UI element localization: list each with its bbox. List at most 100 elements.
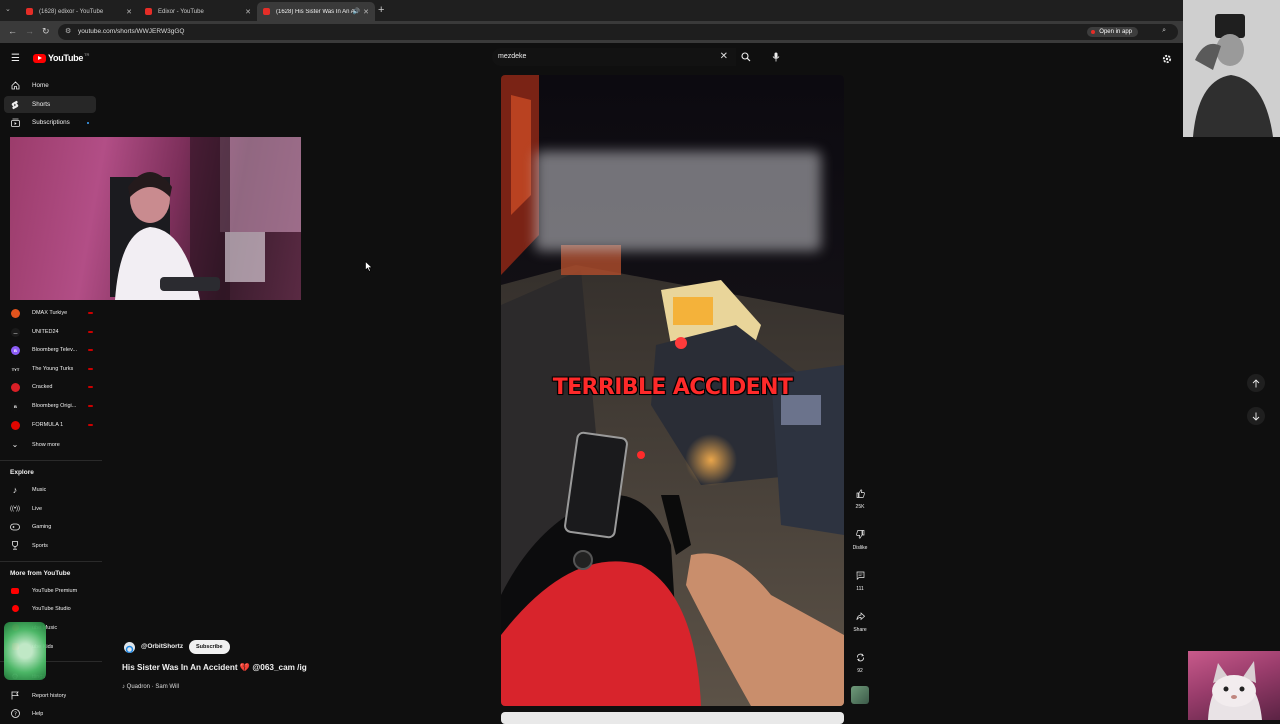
subscription-item[interactable]: DMAX Turkiye bbox=[4, 305, 96, 321]
search-button[interactable] bbox=[736, 48, 756, 66]
gear-icon bbox=[1162, 54, 1172, 64]
subscription-item[interactable]: TYT The Young Turks bbox=[4, 361, 96, 377]
back-icon[interactable]: ← bbox=[8, 26, 17, 36]
explore-title: Explore bbox=[10, 469, 34, 476]
channel-avatar bbox=[11, 382, 20, 392]
share-action[interactable]: Share bbox=[849, 607, 871, 633]
sticker-overlay bbox=[4, 622, 46, 680]
youtube-favicon-icon bbox=[145, 8, 152, 15]
live-icon: ((•)) bbox=[9, 505, 21, 512]
url-text[interactable]: youtube.com/shorts/WWJERW3gGQ bbox=[78, 28, 184, 35]
sidebar-item-gaming[interactable]: Gaming bbox=[4, 518, 96, 535]
subscription-item[interactable]: B Bloomberg Origi... bbox=[4, 398, 96, 414]
remix-button[interactable] bbox=[851, 648, 869, 666]
sidebar-item-music[interactable]: ♪ Music bbox=[4, 481, 96, 498]
next-short-preview[interactable] bbox=[501, 712, 844, 724]
channel-avatar[interactable] bbox=[124, 642, 135, 653]
live-indicator-icon bbox=[88, 424, 93, 426]
sidebar-item-sports[interactable]: Sports bbox=[4, 537, 96, 554]
zoom-icon[interactable]: ⌕ bbox=[1162, 27, 1166, 35]
channel-name[interactable]: @OrbitShortz bbox=[141, 643, 183, 650]
more-from-youtube-title: More from YouTube bbox=[10, 570, 71, 577]
broken-heart-icon: 💔 bbox=[239, 663, 251, 672]
search-icon bbox=[741, 52, 751, 62]
portrait-photo-overlay bbox=[1183, 0, 1280, 137]
sidebar-item-youtube-premium[interactable]: YouTube Premium bbox=[4, 582, 96, 599]
comments-action[interactable]: 111 bbox=[849, 566, 871, 592]
remix-action[interactable]: 92 bbox=[849, 648, 871, 674]
channel-avatar bbox=[11, 420, 20, 430]
youtube-play-icon bbox=[33, 53, 46, 63]
speaker-icon[interactable]: 🔊 bbox=[353, 8, 360, 15]
trophy-icon bbox=[10, 541, 20, 551]
sidebar-item-subscriptions[interactable]: Subscriptions bbox=[4, 114, 96, 131]
browser-tab-2[interactable]: Edixor - YouTube ✕ bbox=[139, 2, 257, 21]
subscribe-button[interactable]: Subscribe bbox=[189, 640, 230, 654]
remix-count: 92 bbox=[857, 668, 863, 674]
browser-tab-1[interactable]: (1628) edixor - YouTube ✕ bbox=[20, 2, 138, 21]
arrow-up-icon bbox=[1252, 378, 1260, 387]
dislike-action[interactable]: Dislike bbox=[849, 525, 871, 551]
new-tab-icon[interactable]: + bbox=[378, 4, 384, 16]
dislike-label: Dislike bbox=[852, 545, 868, 551]
comment-icon bbox=[856, 571, 864, 580]
dislike-button[interactable] bbox=[851, 525, 869, 543]
sidebar-item-shorts[interactable]: Shorts bbox=[4, 96, 96, 113]
subscriptions-icon bbox=[10, 118, 20, 128]
video-title[interactable]: His Sister Was In An Accident 💔 @063_cam… bbox=[122, 663, 307, 673]
like-action[interactable]: 25K bbox=[849, 484, 871, 510]
sidebar-item-help[interactable]: ? Help bbox=[4, 705, 96, 722]
next-short-button[interactable] bbox=[1247, 407, 1265, 425]
shorts-icon bbox=[10, 100, 20, 110]
chevron-down-icon: ⌄ bbox=[11, 440, 19, 449]
create-button[interactable] bbox=[1161, 52, 1173, 64]
search-query[interactable]: mezdeke bbox=[498, 53, 526, 60]
live-indicator-icon bbox=[88, 368, 93, 370]
voice-search-button[interactable] bbox=[768, 49, 784, 65]
webcam-image bbox=[110, 137, 301, 300]
sidebar-item-home[interactable]: Home bbox=[4, 77, 96, 94]
show-more-button[interactable]: ⌄ Show more bbox=[4, 436, 96, 453]
browser-toolbar: ← → ↻ ⚙ youtube.com/shorts/WWJERW3gGQ Op… bbox=[0, 21, 1280, 43]
sidebar-item-report-history[interactable]: Report history bbox=[4, 687, 96, 704]
reload-icon[interactable]: ↻ bbox=[42, 26, 50, 37]
sidebar-divider bbox=[0, 460, 102, 461]
sidebar-item-live[interactable]: ((•)) Live bbox=[4, 500, 96, 517]
clear-search-icon[interactable]: ✕ bbox=[720, 51, 728, 62]
share-label: Share bbox=[853, 627, 867, 633]
tab-search-icon[interactable]: ⌄ bbox=[5, 5, 11, 13]
browser-tab-3-active[interactable]: (1628) His Sister Was In An Ac 🔊 ✕ bbox=[257, 2, 375, 21]
youtube-premium-icon bbox=[10, 586, 20, 596]
forward-icon[interactable]: → bbox=[25, 26, 34, 36]
menu-icon[interactable]: ☰ bbox=[11, 53, 20, 64]
svg-text:?: ? bbox=[14, 712, 17, 718]
new-content-dot bbox=[87, 122, 89, 124]
youtube-favicon-icon bbox=[26, 8, 33, 15]
sidebar-item-youtube-studio[interactable]: YouTube Studio bbox=[4, 600, 96, 617]
arrow-down-icon bbox=[1252, 412, 1260, 421]
subscription-item[interactable]: — UNITED24 bbox=[4, 324, 96, 340]
live-indicator-icon bbox=[88, 312, 93, 314]
subscription-item[interactable]: FORMULA 1 bbox=[4, 417, 96, 433]
previous-short-button[interactable] bbox=[1247, 374, 1265, 392]
close-tab-icon[interactable]: ✕ bbox=[245, 8, 251, 16]
site-info-icon[interactable]: ⚙ bbox=[65, 27, 71, 35]
subscription-item[interactable]: B Bloomberg Telev... bbox=[4, 342, 96, 358]
short-video-player[interactable]: TERRIBLE ACCIDENT bbox=[501, 75, 844, 706]
address-bar[interactable]: ⚙ youtube.com/shorts/WWJERW3gGQ Open in … bbox=[58, 24, 1178, 40]
browser-tab-strip: ⌄ (1628) edixor - YouTube ✕ Edixor - You… bbox=[0, 0, 1280, 21]
music-icon: ♪ bbox=[12, 484, 18, 495]
music-credit[interactable]: ♪ Quadron · Sam Will bbox=[122, 684, 179, 690]
like-button[interactable] bbox=[851, 484, 869, 502]
subscription-item[interactable]: Cracked bbox=[4, 379, 96, 395]
portrait-photo bbox=[1183, 0, 1280, 137]
search-input[interactable]: mezdeke ✕ bbox=[492, 48, 736, 66]
channel-avatar: TYT bbox=[11, 364, 20, 374]
open-in-app-button[interactable]: Open in app bbox=[1087, 27, 1138, 37]
sound-thumbnail[interactable] bbox=[851, 686, 869, 704]
comments-button[interactable] bbox=[851, 566, 869, 584]
close-tab-icon[interactable]: ✕ bbox=[126, 8, 132, 16]
close-tab-icon[interactable]: ✕ bbox=[363, 8, 369, 16]
youtube-logo[interactable]: YouTube TR bbox=[33, 52, 89, 64]
share-button[interactable] bbox=[851, 607, 869, 625]
